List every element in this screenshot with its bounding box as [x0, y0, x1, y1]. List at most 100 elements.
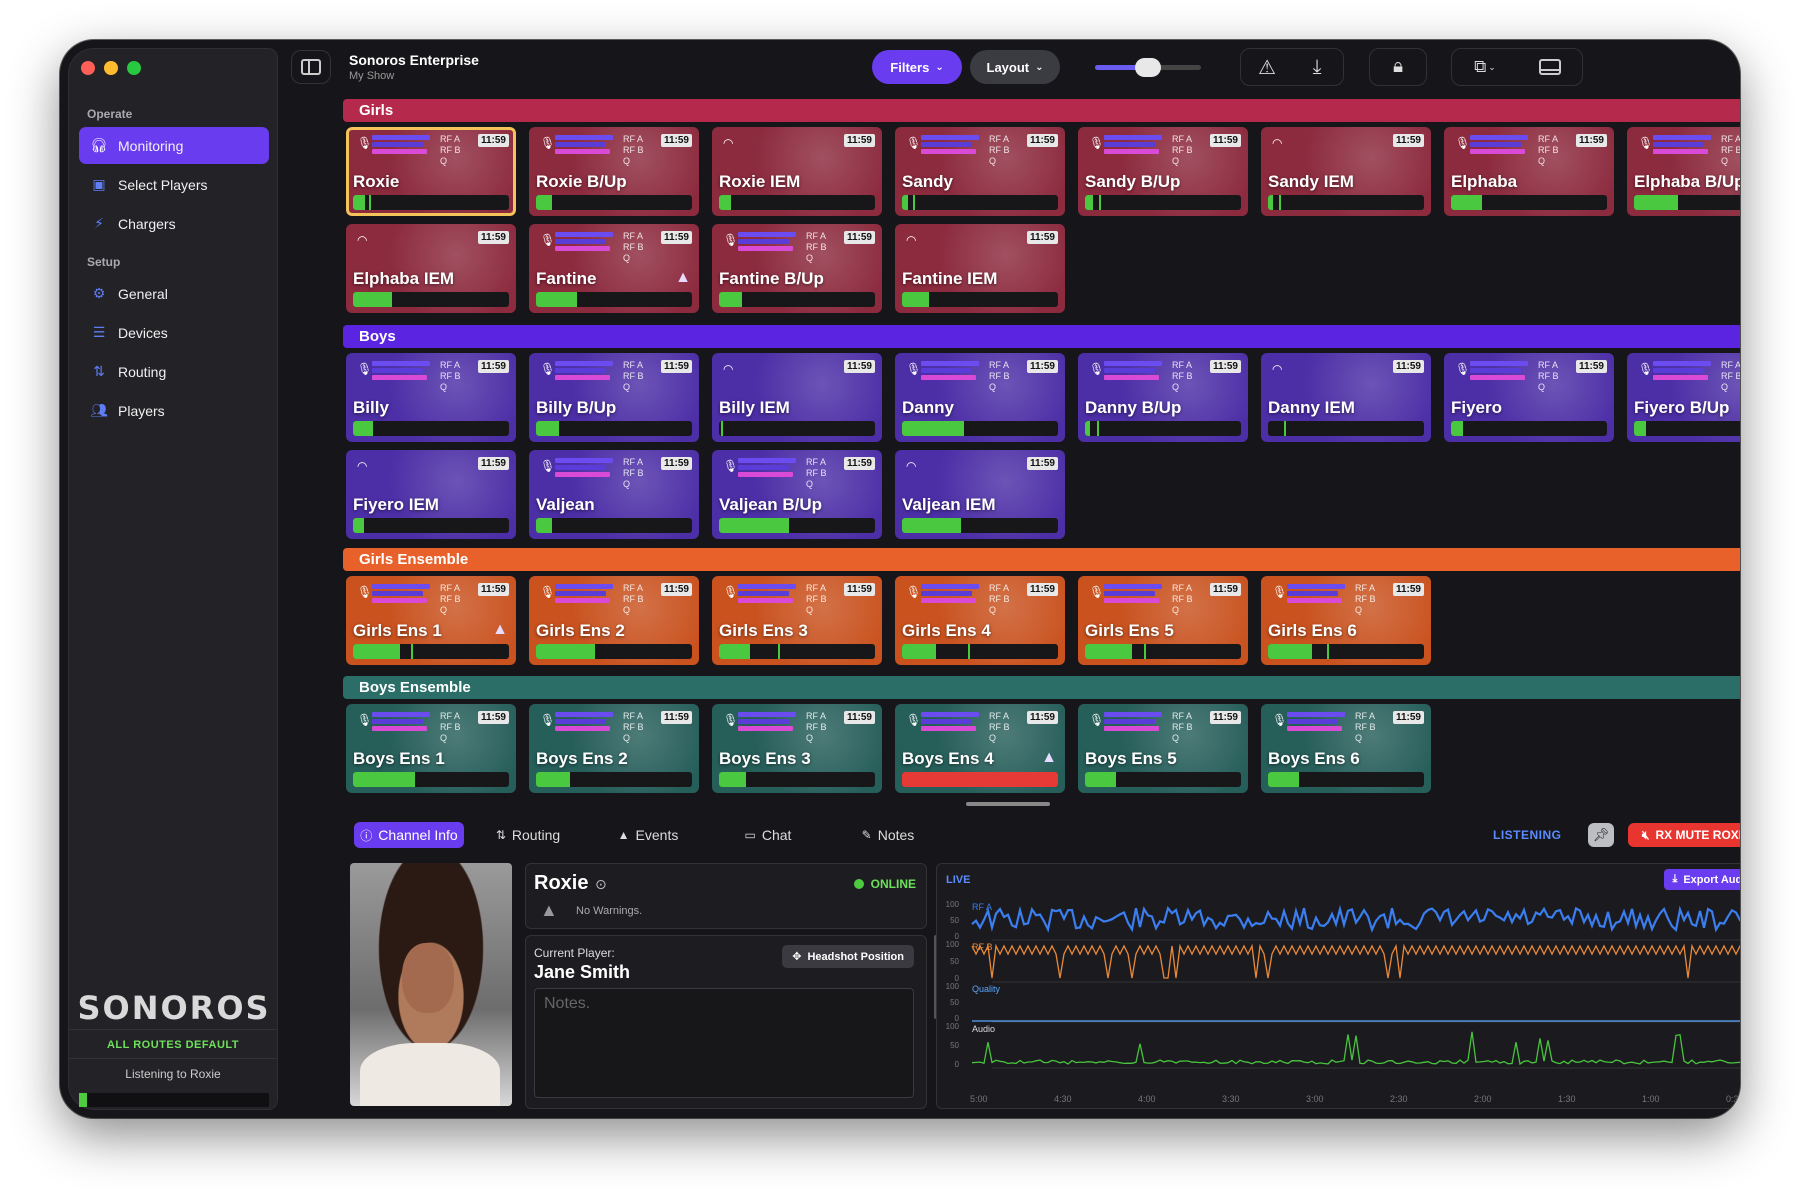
channel-tile[interactable]: 🎙︎ RF A RF B Q 11:59 Sandy B/Up [1078, 127, 1248, 216]
channel-tile[interactable]: 🎙︎ RF A RF B Q 11:59 Danny B/Up [1078, 353, 1248, 442]
tab-routing[interactable]: ⇅ Routing [473, 822, 583, 848]
zoom-window-button[interactable] [127, 61, 141, 75]
channel-tile[interactable]: 🎙︎ RF A RF B Q 11:59 Danny [895, 353, 1065, 442]
channel-tile[interactable]: 🎙︎ RF A RF B Q 11:59 Boys Ens 4 ▲ [895, 704, 1065, 793]
channel-tile[interactable]: 🎙︎ RF A RF B Q 11:59 Girls Ens 4 [895, 576, 1065, 665]
rf-bars [1470, 361, 1536, 382]
channel-tile[interactable]: 🎙︎ RF A RF B Q 11:59 Boys Ens 6 [1261, 704, 1431, 793]
channel-tile[interactable]: 🎙︎ RF A RF B Q 11:59 Girls Ens 3 [712, 576, 882, 665]
channel-tile[interactable]: 🎙︎RF ARF BQ11:59Elphaba B/Up [1627, 127, 1740, 216]
more-options-icon[interactable]: ⊙ [595, 876, 607, 893]
listening-label: Listening to Roxie [125, 1067, 221, 1081]
pin-icon: 📌︎ [1592, 827, 1610, 842]
volume-slider-thumb[interactable] [1135, 58, 1161, 77]
channel-tile[interactable]: 🎙︎ RF A RF B Q 11:59 Boys Ens 3 [712, 704, 882, 793]
channel-tile[interactable]: ◠ 11:59 Valjean IEM [895, 450, 1065, 539]
close-window-button[interactable] [81, 61, 95, 75]
meter-fill [1451, 421, 1464, 436]
channel-tile[interactable]: 🎙︎ RF A RF B Q 11:59 Valjean B/Up [712, 450, 882, 539]
channel-tile[interactable]: ◠ 11:59 Sandy IEM [1261, 127, 1431, 216]
rf-bars [555, 361, 621, 382]
server-icon: ☰ [92, 324, 106, 340]
status-dot [853, 879, 864, 889]
sidebar-item-monitoring[interactable]: 🎧︎ Monitoring [79, 127, 269, 164]
sidebar-item-routing[interactable]: ⇅ Routing [79, 353, 269, 390]
sidebar-item-players[interactable]: 👥︎ Players [79, 392, 269, 429]
pin-button[interactable]: 📌︎ [1588, 823, 1614, 847]
channel-tile[interactable]: 🎙︎ RF A RF B Q 11:59 Fantine B/Up [712, 224, 882, 313]
window-controls [81, 61, 141, 75]
channel-tile[interactable]: 🎙︎ RF A RF B Q 11:59 Boys Ens 2 [529, 704, 699, 793]
channel-tile[interactable]: 🎙︎ RF A RF B Q 11:59 Fiyero [1444, 353, 1614, 442]
rf-a-label: RF A [440, 134, 461, 144]
sidebar-item-select-players[interactable]: ▣ Select Players [79, 166, 269, 203]
channel-tile[interactable]: ◠ 11:59 Roxie IEM [712, 127, 882, 216]
current-player-label: Current Player: [534, 946, 615, 960]
volume-slider[interactable] [1095, 58, 1201, 77]
channel-tile[interactable]: ◠ 11:59 Billy IEM [712, 353, 882, 442]
panel-toggle-button[interactable] [1525, 50, 1575, 84]
channel-tile[interactable]: 🎙︎ RF A RF B Q 11:59 Girls Ens 5 [1078, 576, 1248, 665]
channel-tile[interactable]: 🎙︎ RF A RF B Q 11:59 Roxie [346, 127, 516, 216]
channel-tile[interactable]: 🎙︎ RF A RF B Q 11:59 Elphaba [1444, 127, 1614, 216]
channel-tile[interactable]: ◠ 11:59 Danny IEM [1261, 353, 1431, 442]
channel-tile[interactable]: 🎙︎ RF A RF B Q 11:59 Girls Ens 2 [529, 576, 699, 665]
channel-name: Fiyero IEM [353, 495, 439, 514]
channel-tile[interactable]: 🎙︎ RF A RF B Q 11:59 Girls Ens 6 [1261, 576, 1431, 665]
sidebar: Operate 🎧︎ Monitoring ▣ Select Players ⚡︎ C… [68, 48, 278, 1110]
group-header-boys-ensemble[interactable]: Boys Ensemble◎ [343, 676, 1740, 699]
download-button[interactable]: ⤓ [1295, 50, 1339, 84]
channel-tile[interactable]: ◠ 11:59 Fantine IEM [895, 224, 1065, 313]
lock-button[interactable]: 🔒︎ [1376, 50, 1420, 84]
minimize-window-button[interactable] [104, 61, 118, 75]
channel-tile[interactable]: 🎙︎ RF A RF B Q 11:59 Billy [346, 353, 516, 442]
group-header-girls[interactable]: Girls◎ [343, 99, 1740, 122]
id-card-icon: ▣ [92, 176, 106, 192]
tab-channel-info[interactable]: ⓘ Channel Info [354, 822, 464, 848]
tab-events[interactable]: ▲ Events [593, 822, 703, 848]
tab-notes[interactable]: ✎ Notes [833, 822, 943, 848]
channel-tile[interactable]: 🎙︎ RF A RF B Q 11:59 Girls Ens 1 ▲ [346, 576, 516, 665]
audio-meter [1268, 644, 1424, 659]
rf-b-label: RF B [1172, 145, 1193, 155]
meter-fill [353, 518, 364, 533]
channel-tile[interactable]: 🎙︎ RF A RF B Q 11:59 Sandy [895, 127, 1065, 216]
battery-time: 11:59 [843, 457, 875, 470]
microphone-icon: 🎙︎ [906, 713, 922, 727]
toggle-sidebar-button[interactable] [291, 50, 331, 84]
channel-tile[interactable]: 🎙︎ RF A RF B Q 11:59 Billy B/Up [529, 353, 699, 442]
rf-a-bar [921, 712, 980, 717]
filters-button[interactable]: Filters ⌄ [872, 50, 962, 84]
rf-a-label: RF A [989, 583, 1010, 593]
channel-name: Elphaba [1451, 172, 1518, 191]
layout-button[interactable]: Layout ⌄ [970, 50, 1060, 84]
channel-tile[interactable]: ◠ 11:59 Fiyero IEM [346, 450, 516, 539]
sidebar-item-devices[interactable]: ☰ Devices [79, 314, 269, 351]
group-header-boys[interactable]: Boys◎ [343, 325, 1740, 348]
tab-chat[interactable]: ▭ Chat [713, 822, 823, 848]
notes-field[interactable]: Notes. [534, 988, 914, 1098]
popout-menu-button[interactable]: ⧉ ⌄ [1457, 50, 1513, 84]
panel-resize-handle[interactable] [966, 802, 1050, 806]
headshot-position-button[interactable]: ✥ Headshot Position [782, 945, 914, 968]
channel-tile[interactable]: 🎙︎RF ARF BQ11:59Fiyero B/Up▲ [1627, 353, 1740, 442]
channel-tile[interactable]: 🎙︎ RF A RF B Q 11:59 Boys Ens 1 [346, 704, 516, 793]
channel-tile[interactable]: 🎙︎ RF A RF B Q 11:59 Valjean [529, 450, 699, 539]
battery-time: 11:59 [1026, 231, 1058, 244]
section-operate: Operate [87, 107, 133, 121]
sidebar-item-general[interactable]: ⚙︎ General [79, 275, 269, 312]
graph-series-rf-a [971, 904, 1740, 933]
audio-meter [536, 644, 692, 659]
channel-tile[interactable]: 🎙︎ RF A RF B Q 11:59 Boys Ens 5 [1078, 704, 1248, 793]
rf-a-bar [738, 584, 797, 589]
channel-tile[interactable]: 🎙︎ RF A RF B Q 11:59 Roxie B/Up [529, 127, 699, 216]
sidebar-item-chargers[interactable]: ⚡︎ Chargers [79, 205, 269, 242]
toolbar: Sonoros Enterprise My Show Filters ⌄ Layo… [283, 40, 1740, 90]
group-header-girls-ensemble[interactable]: Girls Ensemble◎ [343, 548, 1740, 571]
channel-name: Danny IEM [1268, 398, 1355, 417]
quality-bar [555, 598, 611, 603]
channel-tile[interactable]: ◠ 11:59 Elphaba IEM [346, 224, 516, 313]
warnings-button[interactable]: ⚠︎ [1245, 50, 1289, 84]
channel-tile[interactable]: 🎙︎ RF A RF B Q 11:59 Fantine ▲ [529, 224, 699, 313]
rx-mute-button[interactable]: 🔇︎ RX MUTE ROXIE [1628, 823, 1740, 847]
